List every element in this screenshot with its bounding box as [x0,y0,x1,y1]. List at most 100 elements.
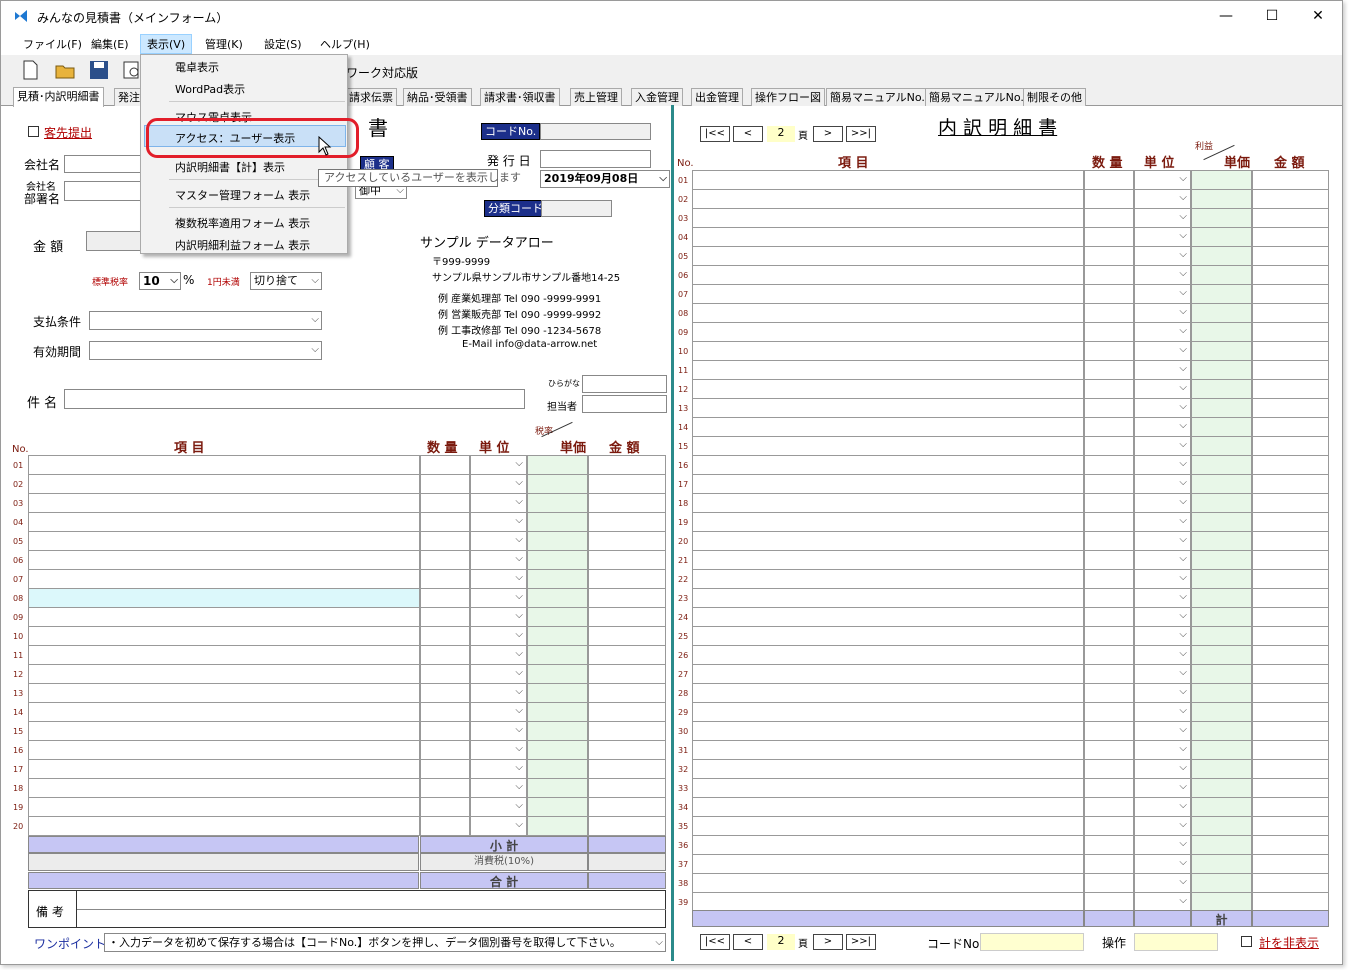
qty-cell[interactable] [1084,797,1134,817]
unit-cell[interactable]: ⌵ [1134,246,1191,266]
item-cell[interactable] [692,265,1084,285]
unit-cell[interactable]: ⌵ [1134,550,1191,570]
amount-cell[interactable] [1252,816,1329,836]
unit-cell[interactable]: ⌵ [1134,189,1191,209]
item-cell[interactable] [28,778,420,798]
qty-cell[interactable] [1084,303,1134,323]
unit-cell[interactable]: ⌵ [470,569,527,589]
qty-cell[interactable] [1084,854,1134,874]
price-cell[interactable] [1191,892,1252,912]
unit-cell[interactable]: ⌵ [1134,835,1191,855]
amount-cell[interactable] [1252,683,1329,703]
amount-cell[interactable] [1252,512,1329,532]
tab-limits[interactable]: 制限その他 [1023,88,1086,106]
item-cell[interactable] [692,531,1084,551]
qty-cell[interactable] [420,740,470,760]
item-cell[interactable] [692,284,1084,304]
menu-view[interactable]: 表示(V) [140,34,193,54]
memo-input-1[interactable] [77,891,665,908]
amount-cell[interactable] [1252,474,1329,494]
amount-cell[interactable] [1252,626,1329,646]
qty-cell[interactable] [420,683,470,703]
unit-cell[interactable]: ⌵ [1134,265,1191,285]
menu-manage[interactable]: 管理(K) [199,35,249,53]
amount-cell[interactable] [1252,398,1329,418]
item-cell[interactable] [28,607,420,627]
qty-cell[interactable] [420,759,470,779]
qty-cell[interactable] [1084,607,1134,627]
menu-item-breakdown-total[interactable]: 内訳明細書【計】表示 [175,159,285,175]
price-cell[interactable] [527,721,588,741]
price-cell[interactable] [1191,702,1252,722]
unit-cell[interactable]: ⌵ [470,816,527,836]
payment-select[interactable]: ⌵ [89,311,322,330]
unit-cell[interactable]: ⌵ [470,531,527,551]
item-cell[interactable] [692,816,1084,836]
amount-cell[interactable] [588,816,666,836]
amount-cell[interactable] [588,455,666,475]
price-cell[interactable] [527,550,588,570]
amount-cell[interactable] [588,588,666,608]
unit-cell[interactable]: ⌵ [1134,607,1191,627]
amount-cell[interactable] [1252,835,1329,855]
unit-cell[interactable]: ⌵ [1134,778,1191,798]
tab-invoice-slip[interactable]: 請求伝票 [345,88,397,106]
unit-cell[interactable]: ⌵ [1134,873,1191,893]
item-cell[interactable] [692,721,1084,741]
item-cell[interactable] [692,607,1084,627]
qty-cell[interactable] [1084,569,1134,589]
item-cell[interactable] [28,759,420,779]
unit-cell[interactable]: ⌵ [470,778,527,798]
qty-cell[interactable] [1084,417,1134,437]
unit-cell[interactable]: ⌵ [470,550,527,570]
item-cell[interactable] [692,740,1084,760]
amount-cell[interactable] [1252,246,1329,266]
unit-cell[interactable]: ⌵ [1134,360,1191,380]
amount-cell[interactable] [588,474,666,494]
unit-cell[interactable]: ⌵ [470,588,527,608]
amount-cell[interactable] [588,702,666,722]
qty-cell[interactable] [1084,379,1134,399]
price-cell[interactable] [1191,284,1252,304]
item-cell[interactable] [692,569,1084,589]
qty-cell[interactable] [1084,645,1134,665]
price-cell[interactable] [1191,550,1252,570]
qty-cell[interactable] [420,797,470,817]
unit-cell[interactable]: ⌵ [1134,227,1191,247]
price-cell[interactable] [1191,721,1252,741]
unit-cell[interactable]: ⌵ [1134,892,1191,912]
price-cell[interactable] [527,683,588,703]
item-cell[interactable] [692,436,1084,456]
qty-cell[interactable] [1084,436,1134,456]
qty-cell[interactable] [1084,531,1134,551]
price-cell[interactable] [527,474,588,494]
unit-cell[interactable]: ⌵ [1134,436,1191,456]
amount-cell[interactable] [1252,189,1329,209]
amount-cell[interactable] [1252,873,1329,893]
amount-cell[interactable] [1252,797,1329,817]
rounding-select[interactable]: 切り捨て ⌵ [250,272,322,290]
unit-cell[interactable]: ⌵ [1134,303,1191,323]
amount-cell[interactable] [1252,645,1329,665]
hide-total-checkbox[interactable] [1241,936,1252,947]
qty-cell[interactable] [420,569,470,589]
unit-cell[interactable]: ⌵ [1134,493,1191,513]
price-cell[interactable] [1191,854,1252,874]
item-cell[interactable] [28,683,420,703]
amount-cell[interactable] [1252,759,1329,779]
amount-cell[interactable] [1252,436,1329,456]
issue-date-select[interactable]: 2019年09月08日 ⌵ [540,170,670,188]
amount-cell[interactable] [588,626,666,646]
price-cell[interactable] [527,797,588,817]
unit-cell[interactable]: ⌵ [470,474,527,494]
price-cell[interactable] [527,645,588,665]
save-icon[interactable] [88,59,110,81]
price-cell[interactable] [1191,835,1252,855]
menu-item-master-form[interactable]: マスター管理フォーム 表示 [175,187,310,203]
amount-cell[interactable] [588,797,666,817]
tax-rate-select[interactable]: 10 ⌵ [139,272,181,290]
item-cell[interactable] [28,455,420,475]
amount-cell[interactable] [588,740,666,760]
qty-cell[interactable] [1084,512,1134,532]
qty-cell[interactable] [1084,816,1134,836]
